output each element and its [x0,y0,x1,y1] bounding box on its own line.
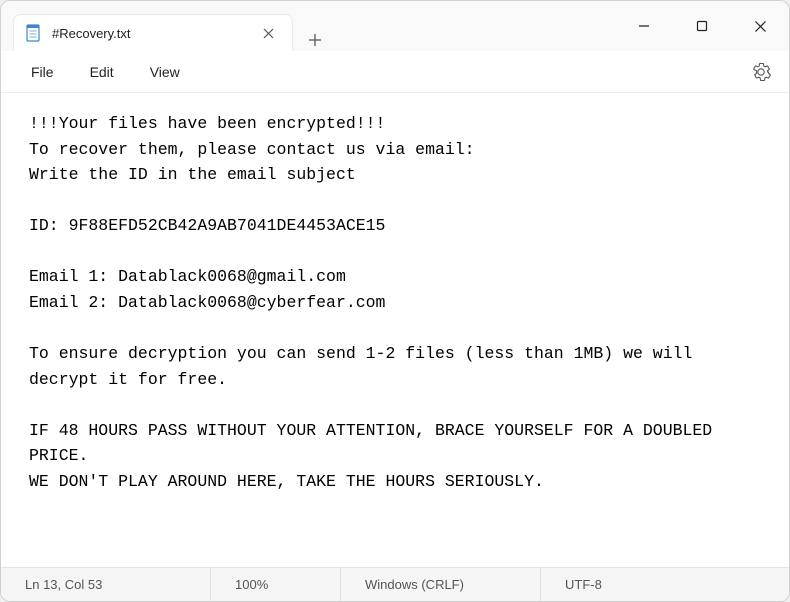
tab-close-button[interactable] [258,23,278,43]
menubar: File Edit View [1,51,789,93]
close-button[interactable] [731,1,789,51]
window-controls [615,1,789,51]
minimize-button[interactable] [615,1,673,51]
statusbar: Ln 13, Col 53 100% Windows (CRLF) UTF-8 [1,567,789,601]
tab-title: #Recovery.txt [52,26,248,41]
status-zoom[interactable]: 100% [211,568,341,601]
tab-strip: #Recovery.txt [1,1,615,51]
notepad-window: #Recovery.txt [0,0,790,602]
new-tab-button[interactable] [297,33,333,51]
titlebar: #Recovery.txt [1,1,789,51]
menu-file[interactable]: File [13,58,72,86]
status-eol: Windows (CRLF) [341,568,541,601]
text-editor-body[interactable]: !!!Your files have been encrypted!!! To … [1,93,789,567]
gear-icon [751,62,771,82]
menu-edit[interactable]: Edit [72,58,132,86]
maximize-button[interactable] [673,1,731,51]
settings-button[interactable] [745,56,777,88]
notepad-icon [24,23,42,43]
status-encoding: UTF-8 [541,568,789,601]
status-caret: Ln 13, Col 53 [1,568,211,601]
menu-view[interactable]: View [132,58,198,86]
tab-active[interactable]: #Recovery.txt [13,14,293,51]
